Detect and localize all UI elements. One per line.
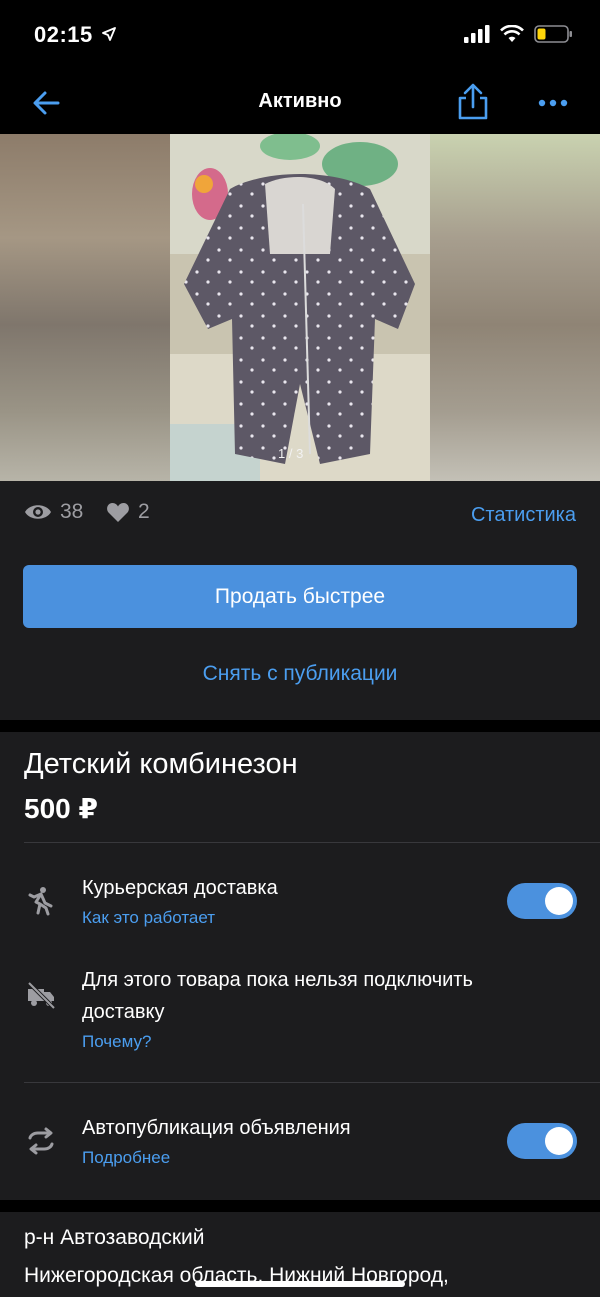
separator bbox=[24, 842, 600, 843]
courier-icon bbox=[28, 887, 53, 916]
autopublish-title: Автопубликация объявления bbox=[82, 1117, 351, 1139]
likes-count: 2 bbox=[138, 500, 150, 523]
section-divider bbox=[0, 720, 600, 732]
toggle-knob bbox=[545, 887, 573, 915]
wifi-icon bbox=[500, 25, 524, 42]
courier-delivery-title: Курьерская доставка bbox=[82, 877, 278, 899]
sell-faster-button[interactable]: Продать быстрее bbox=[23, 565, 577, 628]
signal-icon bbox=[464, 25, 490, 43]
delivery-unavailable-title: Для этого товара пока нельзя подключить … bbox=[82, 969, 473, 1023]
location-district: р-н Автозаводский bbox=[24, 1226, 205, 1249]
views-stat: 38 bbox=[24, 500, 83, 524]
photo-gallery[interactable]: 1 / 3 bbox=[0, 134, 600, 481]
listing-title: Детский комбинезон bbox=[24, 748, 298, 780]
stats-row: 38 2 Статистика bbox=[24, 500, 576, 534]
more-options-icon[interactable] bbox=[536, 86, 570, 120]
statistics-link[interactable]: Статистика bbox=[471, 504, 576, 527]
unpublish-link[interactable]: Снять с публикации bbox=[0, 662, 600, 686]
autopublish-toggle[interactable] bbox=[507, 1123, 577, 1159]
eye-icon bbox=[25, 505, 51, 519]
autopublish-icon bbox=[28, 1127, 54, 1155]
autopublish-row: Автопубликация объявления Подробнее bbox=[0, 1110, 600, 1180]
home-indicator[interactable] bbox=[195, 1281, 405, 1287]
courier-delivery-toggle[interactable] bbox=[507, 883, 577, 919]
courier-delivery-row: Курьерская доставка Как это работает bbox=[0, 870, 600, 940]
why-link[interactable]: Почему? bbox=[82, 1032, 151, 1052]
location-arrow-icon bbox=[102, 27, 116, 41]
page-title: Активно bbox=[258, 90, 342, 112]
listing-price: 500 ₽ bbox=[24, 793, 98, 824]
status-bar: 02:15 bbox=[0, 0, 600, 72]
share-icon[interactable] bbox=[454, 82, 492, 122]
delivery-unavailable-row: Для этого товара пока нельзя подключить … bbox=[0, 962, 600, 1062]
navigation-bar: Активно bbox=[0, 72, 600, 134]
heart-icon bbox=[107, 503, 129, 522]
views-count: 38 bbox=[60, 500, 84, 523]
separator bbox=[24, 1082, 600, 1083]
gallery-counter: 1 / 3 bbox=[278, 446, 304, 461]
likes-stat: 2 bbox=[106, 500, 150, 524]
no-delivery-icon bbox=[27, 981, 56, 1010]
learn-more-link[interactable]: Подробнее bbox=[82, 1148, 170, 1168]
section-divider bbox=[0, 1200, 600, 1212]
status-time: 02:15 bbox=[34, 22, 93, 47]
product-photo[interactable] bbox=[170, 134, 430, 481]
how-it-works-link[interactable]: Как это работает bbox=[82, 908, 215, 928]
toggle-knob bbox=[545, 1127, 573, 1155]
gallery-blur-right bbox=[430, 134, 600, 481]
gallery-blur-left bbox=[0, 134, 170, 481]
battery-icon bbox=[534, 25, 572, 43]
